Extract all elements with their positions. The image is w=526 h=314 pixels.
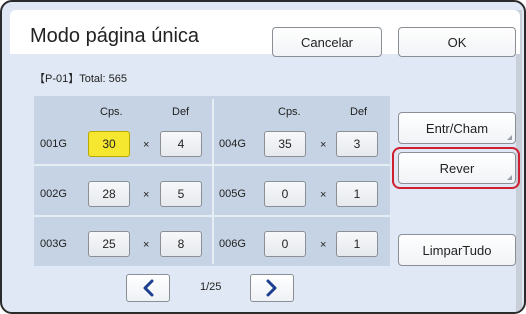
panel-divider [212, 99, 214, 264]
copies-cell-003g[interactable]: 25 [88, 231, 130, 257]
sets-cell-002g[interactable]: 5 [160, 181, 202, 207]
copies-cell-005g[interactable]: 0 [264, 181, 306, 207]
chevron-right-icon [266, 279, 277, 297]
multiply-sign: × [320, 239, 327, 251]
copies-cell-006g[interactable]: 0 [264, 231, 306, 257]
column-header-copies-left: Cps. [100, 106, 123, 118]
copies-cell-002g[interactable]: 28 [88, 181, 130, 207]
column-header-copies-right: Cps. [278, 106, 301, 118]
entr-cham-button[interactable]: Entr/Cham [398, 112, 516, 144]
ok-button[interactable]: OK [398, 27, 516, 57]
sets-cell-006g[interactable]: 1 [336, 231, 378, 257]
total-count: Total: 565 [79, 73, 127, 85]
sets-cell-001g[interactable]: 4 [160, 131, 202, 157]
multiply-sign: × [143, 239, 150, 251]
row-separator [34, 215, 390, 217]
column-header-sets-left: Def [172, 106, 190, 118]
cancel-button[interactable]: Cancelar [272, 27, 382, 57]
copies-cell-001g[interactable]: 30 [88, 131, 130, 157]
next-page-button[interactable] [250, 274, 294, 302]
sets-cell-004g[interactable]: 3 [336, 131, 378, 157]
copies-cell-004g[interactable]: 35 [264, 131, 306, 157]
rever-button[interactable]: Rever [398, 152, 516, 184]
row-label: 006G [219, 238, 246, 250]
column-header-sets-right: Def [350, 106, 368, 118]
page-indicator: 1/25 [200, 281, 222, 293]
sets-cell-003g[interactable]: 8 [160, 231, 202, 257]
row-label: 002G [40, 188, 67, 200]
limpar-tudo-button[interactable]: LimparTudo [398, 234, 516, 266]
row-label: 003G [40, 238, 67, 250]
row-label: 004G [219, 138, 246, 150]
multiply-sign: × [320, 189, 327, 201]
dialog-title: Modo página única [30, 25, 200, 47]
program-info: 【P-01】Total: 565 [34, 70, 127, 86]
sets-cell-005g[interactable]: 1 [336, 181, 378, 207]
chevron-left-icon [143, 279, 154, 297]
multiply-sign: × [320, 139, 327, 151]
previous-page-button[interactable] [126, 274, 170, 302]
row-label: 005G [219, 188, 246, 200]
multiply-sign: × [143, 139, 150, 151]
row-label: 001G [40, 138, 67, 150]
row-separator [34, 164, 390, 166]
multiply-sign: × [143, 189, 150, 201]
program-id: 【P-01】 [34, 73, 80, 85]
